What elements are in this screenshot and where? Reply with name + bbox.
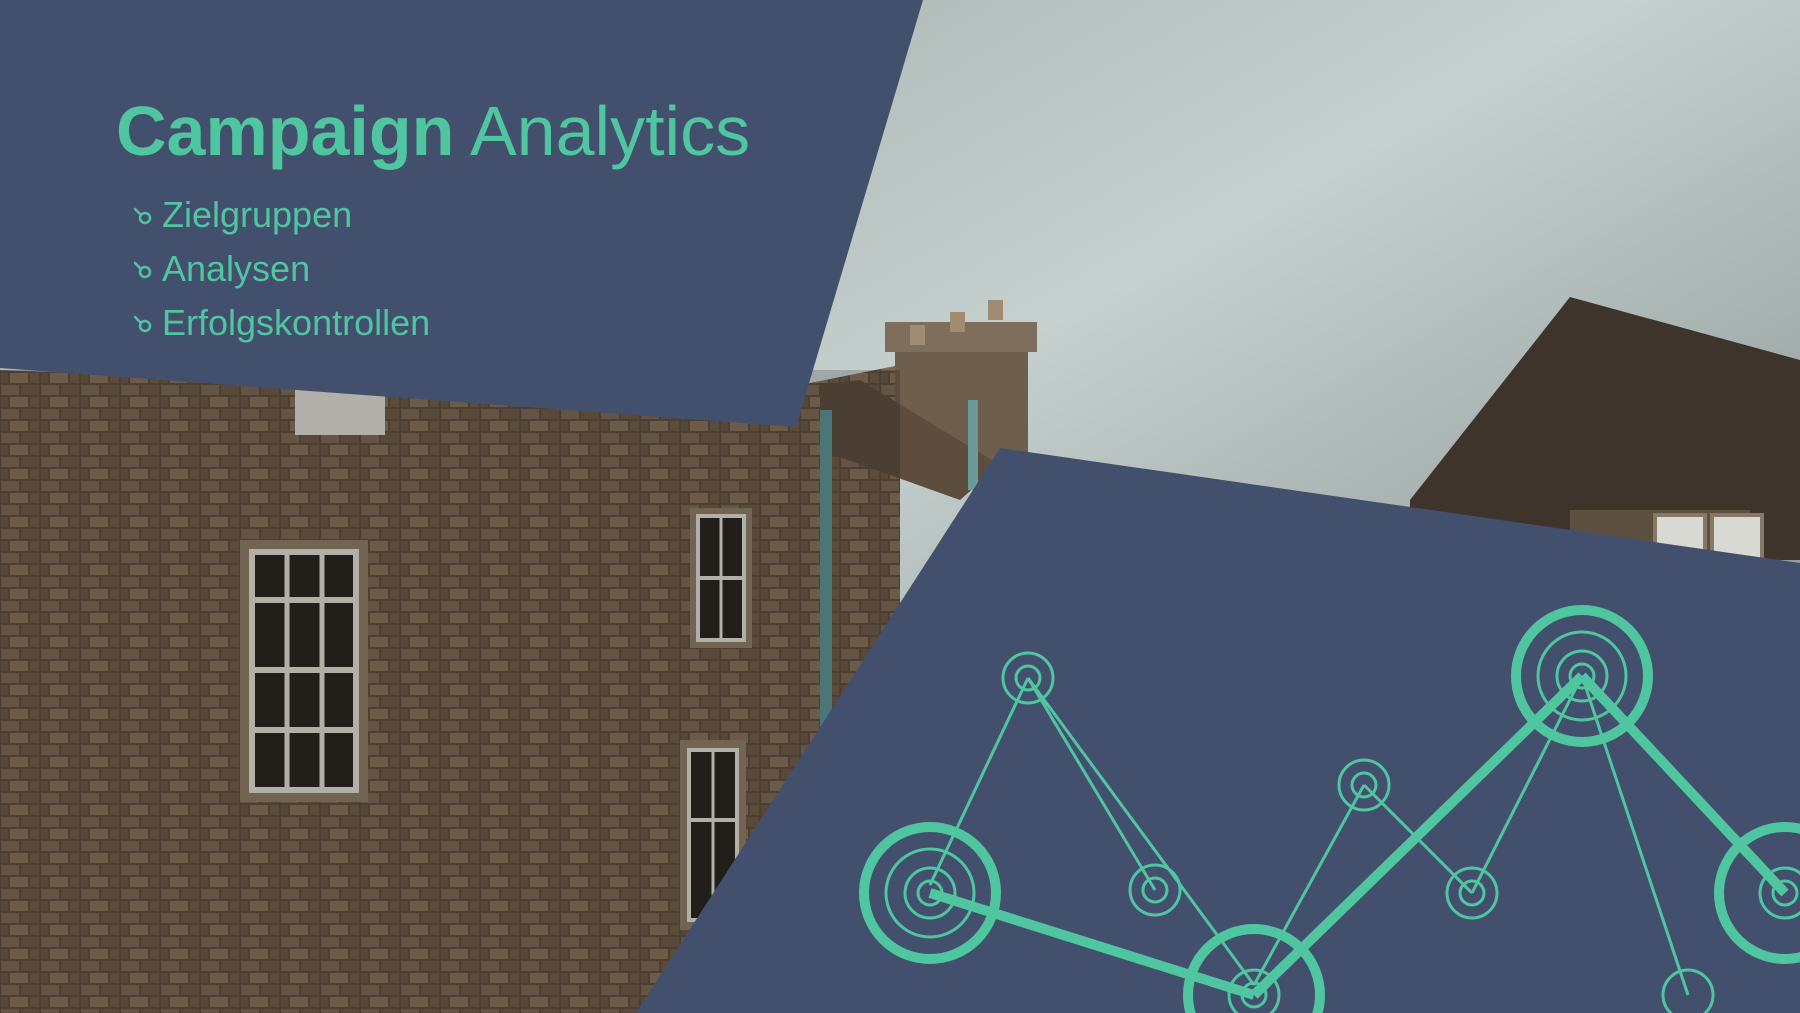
bullet-label: Analysen: [162, 248, 311, 289]
hook-arrow-icon: [133, 207, 152, 225]
bullet-list: Zielgruppen Analysen Erfolgskontrollen: [132, 188, 430, 350]
hook-arrow-icon: [133, 315, 152, 333]
hook-arrow-icon: [133, 261, 152, 279]
bullet-label: Erfolgskontrollen: [162, 302, 431, 343]
slide-title: Campaign Analytics: [116, 92, 750, 170]
list-item: Erfolgskontrollen: [132, 296, 430, 350]
title-strong: Campaign: [116, 92, 455, 170]
slide: Campaign Analytics Zielgruppen Analysen …: [0, 0, 1800, 1013]
title-light: Analytics: [469, 92, 751, 170]
bullet-label: Zielgruppen: [162, 194, 353, 235]
list-item: Zielgruppen: [132, 188, 430, 242]
list-item: Analysen: [132, 242, 430, 296]
